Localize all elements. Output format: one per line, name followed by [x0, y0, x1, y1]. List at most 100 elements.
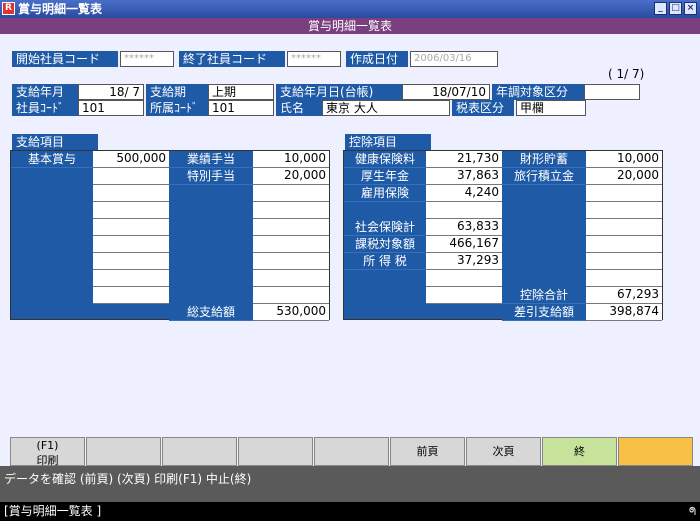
payment-value: [93, 202, 169, 219]
payment-label: 基本賞与: [11, 151, 93, 168]
deduction-label: 課税対象額: [344, 236, 426, 253]
net-payment-label: 差引支給額: [502, 304, 586, 321]
pay-month-label: 支給年月: [12, 84, 78, 100]
deduction-value: 21,730: [426, 151, 502, 168]
fkey-9[interactable]: [618, 437, 693, 466]
page-indicator: ( 1/ 7): [608, 67, 645, 81]
deduction-value: [586, 253, 662, 270]
deduction-value: 466,167: [426, 236, 502, 253]
status-message: データを確認 (前頁) (次頁) 印刷(F1) 中止(終): [4, 472, 252, 486]
end-code-label: 終了社員コード: [179, 51, 285, 67]
app-window: R 賞与明細一覧表 _ □ × 賞与明細一覧表 開始社員コード ****** 終…: [0, 0, 700, 521]
dept-code-value: 101: [208, 100, 274, 116]
deduction-label: 厚生年金: [344, 168, 426, 185]
total-payment-value: 530,000: [253, 304, 329, 321]
payment-label: 特別手当: [169, 168, 253, 185]
deduction-total-value: 67,293: [586, 287, 662, 304]
payment-value: 20,000: [253, 168, 329, 185]
payment-value: 500,000: [93, 151, 169, 168]
program-name: [賞与明細一覧表 ]: [4, 504, 102, 518]
payment-value: [93, 270, 169, 287]
name-value: 東京 大人: [322, 100, 450, 116]
next-page-key[interactable]: 次頁: [466, 437, 541, 466]
input-mode-icon: ᖗ: [688, 505, 696, 518]
payment-value: [253, 236, 329, 253]
fkey-label: 次頁: [492, 445, 515, 458]
minimize-icon[interactable]: _: [654, 2, 667, 15]
employee-code-value: 101: [78, 100, 144, 116]
payment-value: 10,000: [253, 151, 329, 168]
deduction-value: [586, 185, 662, 202]
prev-page-key[interactable]: 前頁: [390, 437, 465, 466]
deduction-label: 社会保険計: [344, 219, 426, 236]
payment-value: [93, 219, 169, 236]
fkey-label: (F1): [36, 439, 59, 452]
tax-class-value: 甲欄: [516, 100, 586, 116]
start-code-label: 開始社員コード: [12, 51, 118, 67]
payment-label: 業績手当: [169, 151, 253, 168]
deduction-label: 健康保険料: [344, 151, 426, 168]
end-code-input[interactable]: ******: [287, 51, 341, 67]
deductions-title: 控除項目: [345, 134, 431, 150]
payment-value: [93, 253, 169, 270]
deduction-value: 10,000: [586, 151, 662, 168]
total-payment-label: 総支給額: [169, 304, 253, 321]
payment-value: [253, 202, 329, 219]
deduction-label: 財形貯蓄: [502, 151, 586, 168]
fkey-label: 前頁: [416, 445, 439, 458]
name-label: 氏名: [276, 100, 322, 116]
payment-value: [253, 253, 329, 270]
fkey-3[interactable]: [162, 437, 237, 466]
deduction-value: 20,000: [586, 168, 662, 185]
maximize-icon[interactable]: □: [669, 2, 682, 15]
created-date-label: 作成日付: [346, 51, 408, 67]
pay-date-label: 支給年月日(台帳): [276, 84, 402, 100]
window-title: 賞与明細一覧表: [18, 2, 103, 16]
deductions-table: 健康保険料 21,730 財形貯蓄 10,000 厚生年金 37,863 旅行積立金 20,0…: [343, 150, 663, 321]
start-code-input[interactable]: ******: [120, 51, 174, 67]
status-bar: データを確認 (前頁) (次頁) 印刷(F1) 中止(終): [0, 466, 700, 502]
fkey-2[interactable]: [86, 437, 161, 466]
screen-title: 賞与明細一覧表: [0, 18, 700, 34]
period-value: 上期: [208, 84, 274, 100]
employee-code-label: 社員ｺｰﾄﾞ: [12, 100, 78, 116]
deduction-value: [586, 270, 662, 287]
print-key[interactable]: (F1) 印刷: [10, 437, 85, 467]
pay-date-value: 18/07/10: [402, 84, 490, 100]
deduction-value: [586, 219, 662, 236]
payments-table: 基本賞与 500,000 業績手当 10,000 特別手当 20,000 総支給額 530,0…: [10, 150, 330, 321]
payment-value: [253, 287, 329, 304]
dept-code-label: 所属ｺｰﾄﾞ: [146, 100, 208, 116]
deduction-value: [586, 202, 662, 219]
payment-value: [253, 185, 329, 202]
period-label: 支給期: [146, 84, 208, 100]
deduction-value: 4,240: [426, 185, 502, 202]
bottom-bar: [賞与明細一覧表 ] ᖗ: [0, 502, 700, 521]
fkey-4[interactable]: [238, 437, 313, 466]
year-adjust-label: 年調対象区分: [492, 84, 584, 100]
function-key-bar: (F1) 印刷 前頁 次頁 終: [10, 437, 693, 467]
title-bar: R 賞与明細一覧表 _ □ ×: [0, 0, 700, 18]
close-icon[interactable]: ×: [684, 2, 697, 15]
deduction-value: [586, 236, 662, 253]
deduction-label: 旅行積立金: [502, 168, 586, 185]
end-key[interactable]: 終: [542, 437, 617, 466]
payment-value: [93, 236, 169, 253]
deduction-label: 所 得 税: [344, 253, 426, 270]
deduction-value: 63,833: [426, 219, 502, 236]
deduction-label: 雇用保険: [344, 185, 426, 202]
payments-title: 支給項目: [12, 134, 98, 150]
deduction-value: [426, 202, 502, 219]
fkey-label: 終: [574, 445, 585, 458]
fkey-5[interactable]: [314, 437, 389, 466]
pay-month-value: 18/ 7: [78, 84, 144, 100]
payment-value: [93, 185, 169, 202]
deduction-total-label: 控除合計: [502, 287, 586, 304]
deduction-value: 37,863: [426, 168, 502, 185]
payment-value: [253, 219, 329, 236]
deduction-value: [426, 287, 502, 304]
created-date-input[interactable]: 2006/03/16: [410, 51, 498, 67]
deduction-value: 37,293: [426, 253, 502, 270]
app-icon: R: [2, 2, 15, 15]
net-payment-value: 398,874: [586, 304, 662, 321]
